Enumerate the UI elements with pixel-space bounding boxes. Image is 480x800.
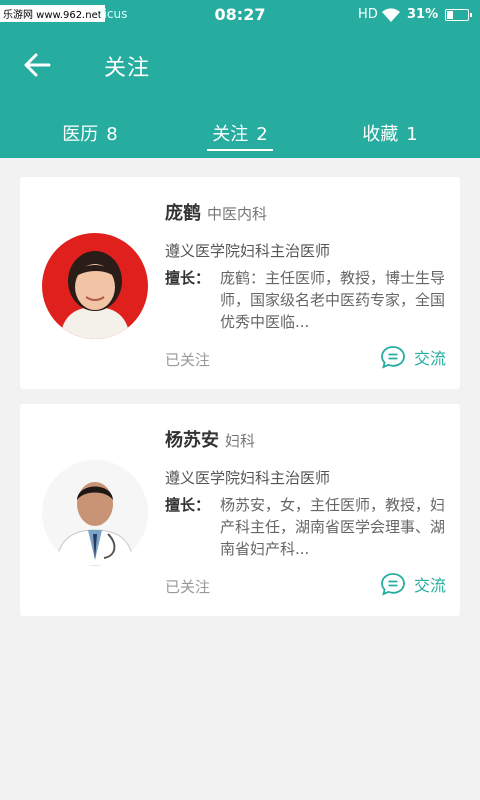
doctor-department: 中医内科 xyxy=(207,205,268,223)
chat-label: 交流 xyxy=(413,349,446,368)
doctor-header: 杨苏安 妇科 xyxy=(165,426,255,452)
page-title: 关注 xyxy=(104,56,151,81)
followed-status: 已关注 xyxy=(165,578,211,596)
tab-label: 关注 xyxy=(212,124,249,145)
doctor-hospital: 遵义医学院妇科主治医师 xyxy=(165,469,331,487)
tab-following[interactable]: 关注 2 xyxy=(160,120,320,146)
doctor-avatar xyxy=(42,460,148,566)
chat-button[interactable]: 交流 xyxy=(380,572,446,596)
doctor-hospital: 遵义医学院妇科主治医师 xyxy=(165,242,331,260)
tab-count: 1 xyxy=(406,124,418,145)
tab-count: 2 xyxy=(256,124,268,145)
tab-favorites[interactable]: 收藏 1 xyxy=(310,120,470,146)
tab-bar: 医历 8 关注 2 收藏 1 xyxy=(0,100,480,158)
specialty-text: 杨苏安，女，主任医师，教授，妇产科主任，湖南省医学会理事、湖南省妇产科... xyxy=(220,496,446,558)
status-bar: 乐游网 www.962.net ificus 08:27 HD 31% xyxy=(0,0,480,30)
wifi-icon xyxy=(382,8,400,22)
doctor-card[interactable]: 庞鹤 中医内科 遵义医学院妇科主治医师 擅长： 庞鹤：主任医师，教授，博士生导师，… xyxy=(20,177,460,389)
specialty-label: 擅长： xyxy=(165,496,211,514)
doctor-card[interactable]: 杨苏安 妇科 遵义医学院妇科主治医师 擅长： 杨苏安，女，主任医师，教授，妇产科主… xyxy=(20,404,460,616)
doctor-avatar xyxy=(42,233,148,339)
tab-history[interactable]: 医历 8 xyxy=(10,120,170,146)
chat-bubble-icon xyxy=(381,346,405,369)
chat-label: 交流 xyxy=(413,576,446,595)
battery-icon xyxy=(445,9,472,21)
active-tab-indicator xyxy=(207,149,273,151)
battery-fill xyxy=(447,11,453,19)
chat-button[interactable]: 交流 xyxy=(380,345,446,369)
specialty-text: 庞鹤：主任医师，教授，博士生导师，国家级名老中医药专家，全国优秀中医临... xyxy=(220,269,446,331)
tab-count: 8 xyxy=(106,124,118,145)
app-bar: 关注 xyxy=(0,30,480,100)
doctor-header: 庞鹤 中医内科 xyxy=(165,199,267,225)
doctor-department: 妇科 xyxy=(225,432,256,450)
battery-percent: 31% xyxy=(407,7,439,22)
arrow-left-icon[interactable] xyxy=(22,52,52,78)
tab-label: 收藏 xyxy=(362,124,399,145)
doctor-name: 庞鹤 xyxy=(165,203,201,224)
doctor-name: 杨苏安 xyxy=(165,430,219,451)
followed-status: 已关注 xyxy=(165,351,211,369)
network-type: HD xyxy=(358,7,378,22)
chat-bubble-icon xyxy=(381,573,405,596)
specialty-label: 擅长： xyxy=(165,269,211,287)
tab-label: 医历 xyxy=(62,124,99,145)
